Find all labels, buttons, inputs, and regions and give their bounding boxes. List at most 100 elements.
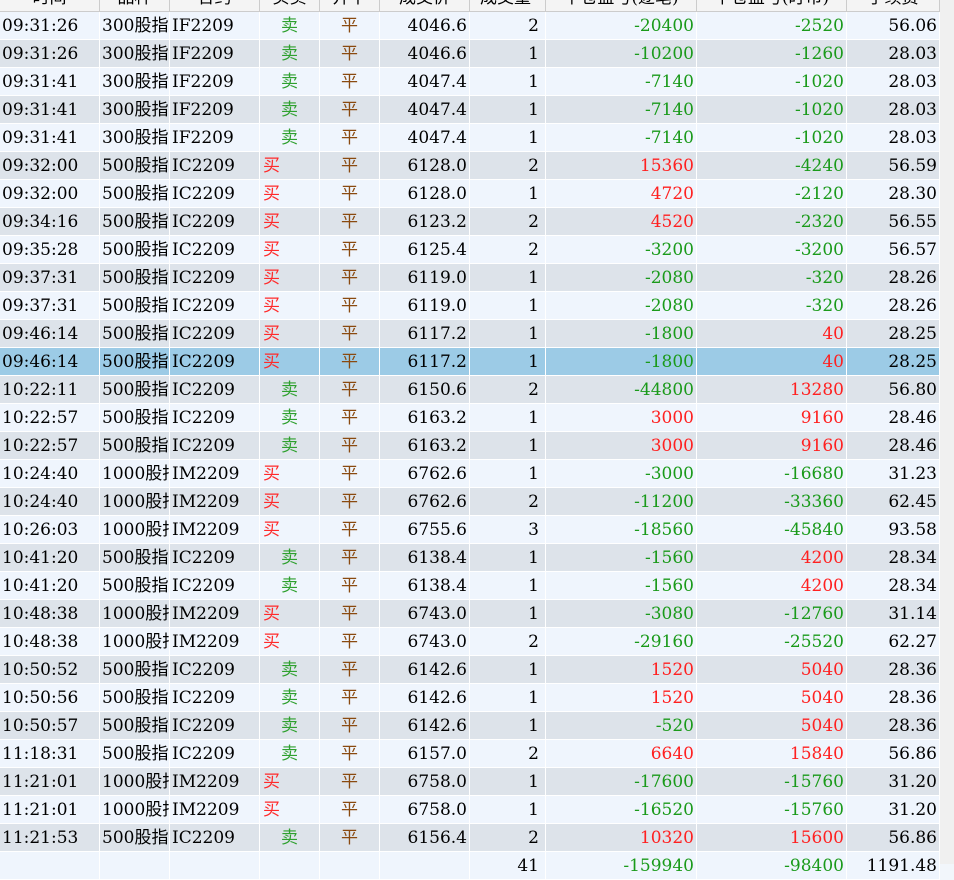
cell-product: 500股指 [100, 152, 170, 179]
header-open-close[interactable]: 开平 [320, 0, 380, 11]
cell-pnl-mtm: 9160 [697, 404, 847, 431]
cell-time: 09:31:41 [0, 68, 100, 95]
cell-pnl-mtm: 9160 [697, 432, 847, 459]
table-row[interactable]: 09:31:41 300股指 IF2209 卖平 4047.4 1 -7140 -1020 28… [0, 68, 940, 96]
table-row[interactable]: 11:21:53 500股指 IC2209 卖平 6156.4 2 10320 15600 56… [0, 824, 940, 852]
cell-product: 500股指 [100, 656, 170, 683]
table-row[interactable]: 10:26:031000股指IM2209买平6755.63-18560-4584… [0, 516, 940, 544]
table-row[interactable]: 09:35:28 500股指 IC2209 买平 6125.4 2 -3200 -3200 56… [0, 236, 940, 264]
cell-pnl-trade: -44800 [546, 376, 697, 403]
cell-price: 4047.4 [380, 68, 470, 95]
table-row[interactable]: 09:32:00 500股指 IC2209 买平 6128.0 1 4720 -2120 28.… [0, 180, 940, 208]
cell-volume: 1 [470, 600, 546, 627]
cell-pnl-trade: -3080 [546, 600, 697, 627]
cell-open-close: 平 [320, 40, 380, 67]
header-pnl-trade[interactable]: 平仓盈亏(逐笔) [546, 0, 697, 11]
table-row[interactable]: 11:21:011000股指IM2209买平6758.01-16520-1576… [0, 796, 940, 824]
table-row[interactable]: 09:37:31 500股指 IC2209 买平 6119.0 1 -2080 -320 28.… [0, 264, 940, 292]
table-row[interactable]: 09:31:41 300股指 IF2209 卖平 4047.4 1 -7140 -1020 28… [0, 96, 940, 124]
cell-contract: IC2209 [170, 404, 260, 431]
cell-open-close: 平 [320, 516, 380, 543]
cell-pnl-trade: -1560 [546, 572, 697, 599]
table-row[interactable]: 09:31:26 300股指 IF2209 卖平 4046.6 2 -20400 -2520 5… [0, 12, 940, 40]
cell-time: 10:50:57 [0, 712, 100, 739]
cell-time: 11:21:01 [0, 768, 100, 795]
cell-side: 买 [260, 628, 320, 655]
cell-open-close: 平 [320, 460, 380, 487]
table-row[interactable]: 10:22:57 500股指 IC2209 卖平 6163.2 1 3000 9160 28.4… [0, 432, 940, 460]
cell-time: 10:26:03 [0, 516, 100, 543]
table-row[interactable]: 11:21:011000股指IM2209买平6758.01-17600-1576… [0, 768, 940, 796]
table-row[interactable]: 11:18:31 500股指 IC2209 卖平 6157.0 2 6640 15840 56.… [0, 740, 940, 768]
cell-side: 买 [260, 264, 320, 291]
cell-pnl-trade: 15360 [546, 152, 697, 179]
table-row[interactable]: 10:41:20 500股指 IC2209 卖平 6138.4 1 -1560 4200 28.… [0, 572, 940, 600]
table-row[interactable]: 10:50:52 500股指 IC2209 卖平 6142.6 1 1520 5040 28.3… [0, 656, 940, 684]
cell-price: 4046.6 [380, 12, 470, 39]
cell-pnl-trade: -18560 [546, 516, 697, 543]
header-time[interactable]: 时间 [0, 0, 100, 11]
cell-side: 买 [260, 180, 320, 207]
table-row[interactable]: 10:22:11 500股指 IC2209 卖平 6150.6 2 -44800 13280 5… [0, 376, 940, 404]
cell-pnl-trade: 3000 [546, 432, 697, 459]
cell-pnl-trade: 6640 [546, 740, 697, 767]
cell-pnl-trade: -7140 [546, 68, 697, 95]
cell-pnl-mtm: -2120 [697, 180, 847, 207]
table-row[interactable]: 10:48:381000股指IM2209买平6743.01-3080-12760… [0, 600, 940, 628]
header-side[interactable]: 买卖 [260, 0, 320, 11]
cell-fee: 31.20 [847, 768, 940, 795]
table-row[interactable]: 09:46:14 500股指 IC2209 买平 6117.2 1 -1800 40 28.25 [0, 348, 940, 376]
cell-time: 09:32:00 [0, 152, 100, 179]
table-row[interactable]: 10:24:401000股指IM2209买平6762.61-3000-16680… [0, 460, 940, 488]
cell-time: 10:41:20 [0, 572, 100, 599]
cell-open-close: 平 [320, 292, 380, 319]
cell-product: 500股指 [100, 348, 170, 375]
cell-volume: 2 [470, 152, 546, 179]
cell-pnl-trade: -20400 [546, 12, 697, 39]
header-fee[interactable]: 手续费 [847, 0, 940, 11]
cell-side: 买 [260, 488, 320, 515]
header-pnl-mtm[interactable]: 平仓盈亏(盯市) [697, 0, 847, 11]
cell-contract: IF2209 [170, 68, 260, 95]
table-row[interactable]: 09:32:00 500股指 IC2209 买平 6128.0 2 15360 -4240 56… [0, 152, 940, 180]
table-row[interactable]: 10:48:381000股指IM2209买平6743.02-29160-2552… [0, 628, 940, 656]
cell-side: 卖 [260, 124, 320, 151]
cell-product: 1000股指 [100, 488, 170, 515]
cell-price: 6128.0 [380, 180, 470, 207]
table-row[interactable]: 10:24:401000股指IM2209买平6762.62-11200-3336… [0, 488, 940, 516]
cell-fee: 31.20 [847, 796, 940, 823]
cell-product: 300股指 [100, 12, 170, 39]
cell-pnl-mtm: -320 [697, 264, 847, 291]
cell-fee: 56.80 [847, 376, 940, 403]
cell-open-close: 平 [320, 96, 380, 123]
cell-fee: 28.25 [847, 320, 940, 347]
vertical-scrollbar[interactable] [940, 0, 954, 864]
header-product[interactable]: 品种 [100, 0, 170, 11]
header-contract[interactable]: 合约 [170, 0, 260, 11]
cell-product: 1000股指 [100, 768, 170, 795]
cell-side: 卖 [260, 96, 320, 123]
cell-side: 卖 [260, 824, 320, 851]
header-volume[interactable]: 成交量 [470, 0, 546, 11]
cell-pnl-trade: -11200 [546, 488, 697, 515]
cell-pnl-mtm: 15600 [697, 824, 847, 851]
cell-fee: 28.26 [847, 264, 940, 291]
table-row[interactable]: 09:31:26 300股指 IF2209 卖平 4046.6 1 -10200 -1260 2… [0, 40, 940, 68]
cell-open-close: 平 [320, 124, 380, 151]
cell-open-close: 平 [320, 236, 380, 263]
table-row[interactable]: 10:50:56 500股指 IC2209 卖平 6142.6 1 1520 5040 28.3… [0, 684, 940, 712]
cell-price: 6119.0 [380, 292, 470, 319]
header-price[interactable]: 成交价 [380, 0, 470, 11]
table-row[interactable]: 09:37:31 500股指 IC2209 买平 6119.0 1 -2080 -320 28.… [0, 292, 940, 320]
table-row[interactable]: 09:31:41 300股指 IF2209 卖平 4047.4 1 -7140 -1020 28… [0, 124, 940, 152]
totals-row: 41 -159940 -98400 1191.48 [0, 852, 940, 880]
cell-time: 10:22:57 [0, 404, 100, 431]
cell-time: 09:46:14 [0, 320, 100, 347]
table-row[interactable]: 10:22:57 500股指 IC2209 卖平 6163.2 1 3000 9160 28.4… [0, 404, 940, 432]
table-row[interactable]: 09:46:14 500股指 IC2209 买平 6117.2 1 -1800 40 28.25 [0, 320, 940, 348]
table-row[interactable]: 09:34:16 500股指 IC2209 买平 6123.2 2 4520 -2320 56.… [0, 208, 940, 236]
table-row[interactable]: 10:50:57 500股指 IC2209 卖平 6142.6 1 -520 5040 28.3… [0, 712, 940, 740]
cell-pnl-mtm: -15760 [697, 768, 847, 795]
cell-fee: 28.46 [847, 432, 940, 459]
table-row[interactable]: 10:41:20 500股指 IC2209 卖平 6138.4 1 -1560 4200 28.… [0, 544, 940, 572]
